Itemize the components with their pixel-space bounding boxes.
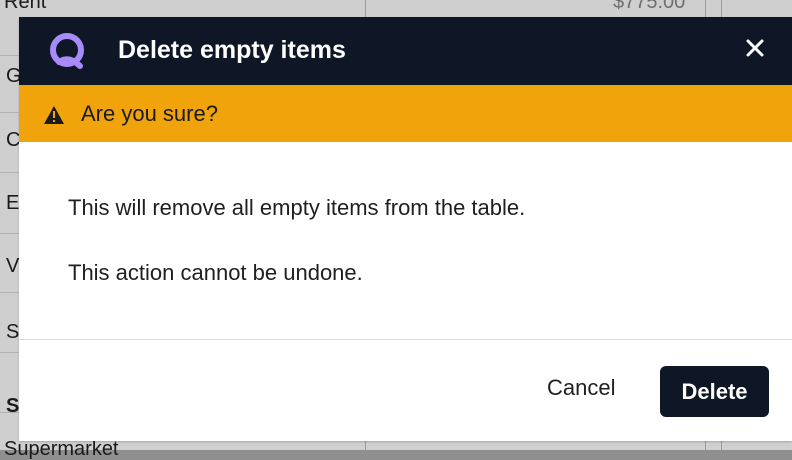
- background-row-label: S: [6, 395, 20, 417]
- dialog-message: This will remove all empty items from th…: [68, 195, 526, 220]
- dialog-header: Delete empty items: [19, 17, 792, 85]
- background-row-label: V: [6, 255, 20, 277]
- cancel-button[interactable]: Cancel: [547, 374, 615, 402]
- delete-button[interactable]: Delete: [660, 366, 769, 417]
- dialog-body: This will remove all empty items from th…: [19, 142, 792, 340]
- background-row-label: Supermarket: [4, 438, 119, 460]
- background-row-label: S: [6, 321, 20, 343]
- app-logo-icon: [50, 33, 84, 69]
- close-icon[interactable]: [744, 37, 766, 59]
- delete-empty-items-dialog: Delete empty items Are you sure? This wi…: [19, 17, 792, 441]
- dialog-message: This action cannot be undone.: [68, 260, 363, 285]
- warning-text: Are you sure?: [81, 101, 218, 126]
- dialog-footer: Cancel Delete: [19, 340, 792, 441]
- background-amount: $775.00: [613, 0, 686, 13]
- warning-icon: [44, 106, 64, 124]
- dialog-title: Delete empty items: [118, 36, 346, 64]
- warning-banner: Are you sure?: [19, 85, 792, 142]
- background-row-label: Rent: [4, 0, 47, 13]
- background-row-label: E: [6, 192, 20, 214]
